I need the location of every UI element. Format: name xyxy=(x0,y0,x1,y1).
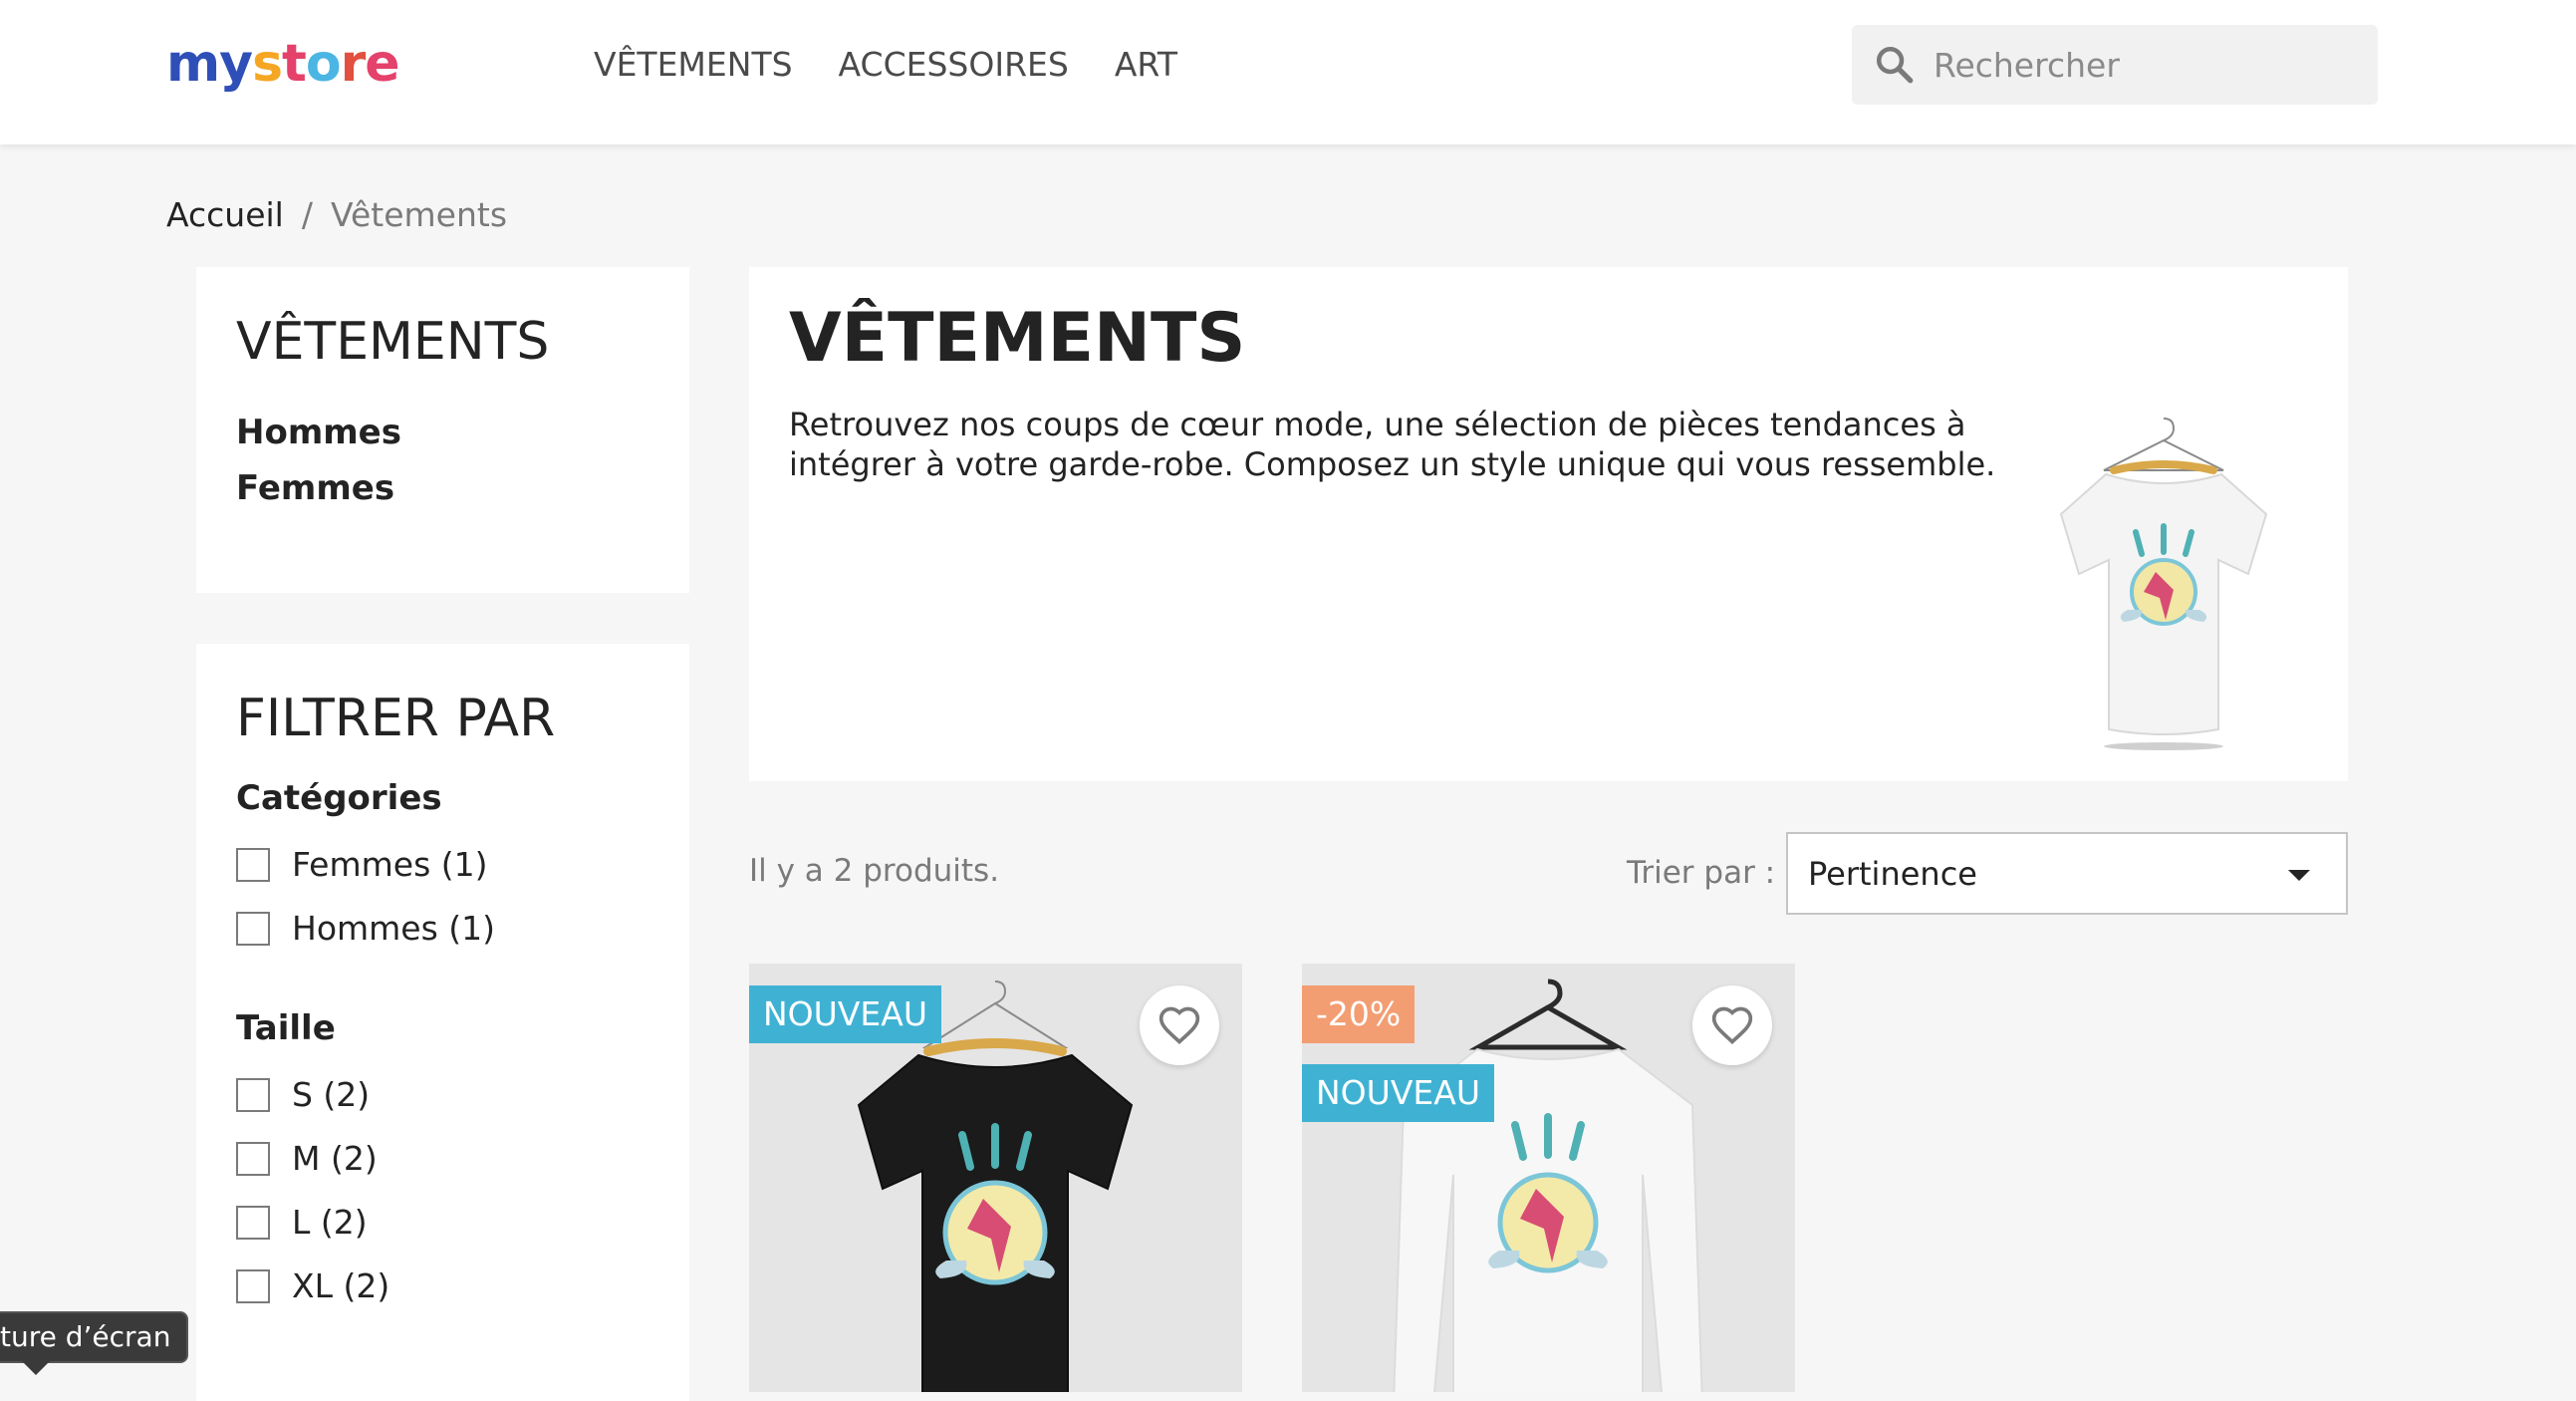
facet-label[interactable]: S (2) xyxy=(292,1075,370,1115)
site-header: mystore VÊTEMENTS ACCESSOIRES ART xyxy=(0,0,2576,144)
sort-value[interactable]: Pertinence xyxy=(1808,852,1977,896)
badge-new: NOUVEAU xyxy=(1302,1064,1494,1122)
checkbox[interactable] xyxy=(236,848,270,882)
facet-label[interactable]: XL (2) xyxy=(292,1266,389,1306)
sort-dropdown[interactable]: Pertinence xyxy=(1786,832,2348,915)
badge-new: NOUVEAU xyxy=(749,985,941,1043)
facet-label[interactable]: M (2) xyxy=(292,1139,378,1179)
store-logo[interactable]: mystore xyxy=(166,28,400,100)
breadcrumb-separator: / xyxy=(301,195,313,234)
caret-down-icon[interactable] xyxy=(2288,870,2310,881)
checkbox[interactable] xyxy=(236,1078,270,1112)
breadcrumb-home[interactable]: Accueil xyxy=(166,192,284,238)
category-link-hommes[interactable]: Hommes xyxy=(236,410,401,455)
facet-size-title: Taille xyxy=(236,1008,336,1048)
page-title: VÊTEMENTS xyxy=(789,299,1246,378)
facet-option-size-l[interactable]: L (2) xyxy=(236,1203,368,1243)
facet-label[interactable]: L (2) xyxy=(292,1203,368,1243)
search-icon[interactable] xyxy=(1874,44,1916,86)
facet-label[interactable]: Femmes (1) xyxy=(292,845,488,885)
product-card[interactable]: NOUVEAU xyxy=(749,964,1242,1392)
filter-block: FILTRER PAR Catégories Femmes (1) Hommes… xyxy=(196,644,689,1401)
main-nav: VÊTEMENTS ACCESSOIRES ART xyxy=(594,42,1177,88)
wishlist-button[interactable] xyxy=(1140,985,1219,1065)
checkbox[interactable] xyxy=(236,912,270,946)
nav-item-vetements[interactable]: VÊTEMENTS xyxy=(594,42,793,88)
category-tree-block: VÊTEMENTS Hommes Femmes xyxy=(196,267,689,593)
category-link-femmes[interactable]: Femmes xyxy=(236,465,394,511)
breadcrumb-current[interactable]: Vêtements xyxy=(331,192,507,238)
checkbox[interactable] xyxy=(236,1142,270,1176)
facet-categories-title: Catégories xyxy=(236,778,442,818)
facet-option-size-xl[interactable]: XL (2) xyxy=(236,1266,389,1306)
breadcrumb: Accueil / Vêtements xyxy=(166,192,507,238)
category-tshirt-image xyxy=(2059,418,2268,750)
screenshot-tooltip: ture d’écran xyxy=(0,1311,189,1375)
facet-label[interactable]: Hommes (1) xyxy=(292,909,495,949)
nav-item-accessoires[interactable]: ACCESSOIRES xyxy=(839,42,1069,88)
badge-discount: -20% xyxy=(1302,985,1416,1043)
checkbox[interactable] xyxy=(236,1206,270,1240)
heart-icon[interactable] xyxy=(1158,1004,1201,1046)
facet-option-hommes[interactable]: Hommes (1) xyxy=(236,909,495,949)
category-header: VÊTEMENTS Retrouvez nos coups de cœur mo… xyxy=(749,267,2348,781)
filter-title: FILTRER PAR xyxy=(236,689,556,748)
search-box[interactable] xyxy=(1852,25,2378,105)
heart-icon[interactable] xyxy=(1710,1004,1754,1046)
category-tree-title[interactable]: VÊTEMENTS xyxy=(236,309,549,375)
product-card[interactable]: -20% NOUVEAU xyxy=(1302,964,1795,1392)
products-count: Il y a 2 produits. xyxy=(749,853,1000,889)
facet-option-femmes[interactable]: Femmes (1) xyxy=(236,845,488,885)
facet-option-size-m[interactable]: M (2) xyxy=(236,1139,378,1179)
wishlist-button[interactable] xyxy=(1692,985,1772,1065)
checkbox[interactable] xyxy=(236,1269,270,1303)
facet-option-size-s[interactable]: S (2) xyxy=(236,1075,370,1115)
sort-label: Trier par : xyxy=(1627,855,1776,891)
category-description: Retrouvez nos coups de cœur mode, une sé… xyxy=(789,406,1996,483)
search-input[interactable] xyxy=(1932,37,2360,93)
nav-item-art[interactable]: ART xyxy=(1115,42,1177,88)
